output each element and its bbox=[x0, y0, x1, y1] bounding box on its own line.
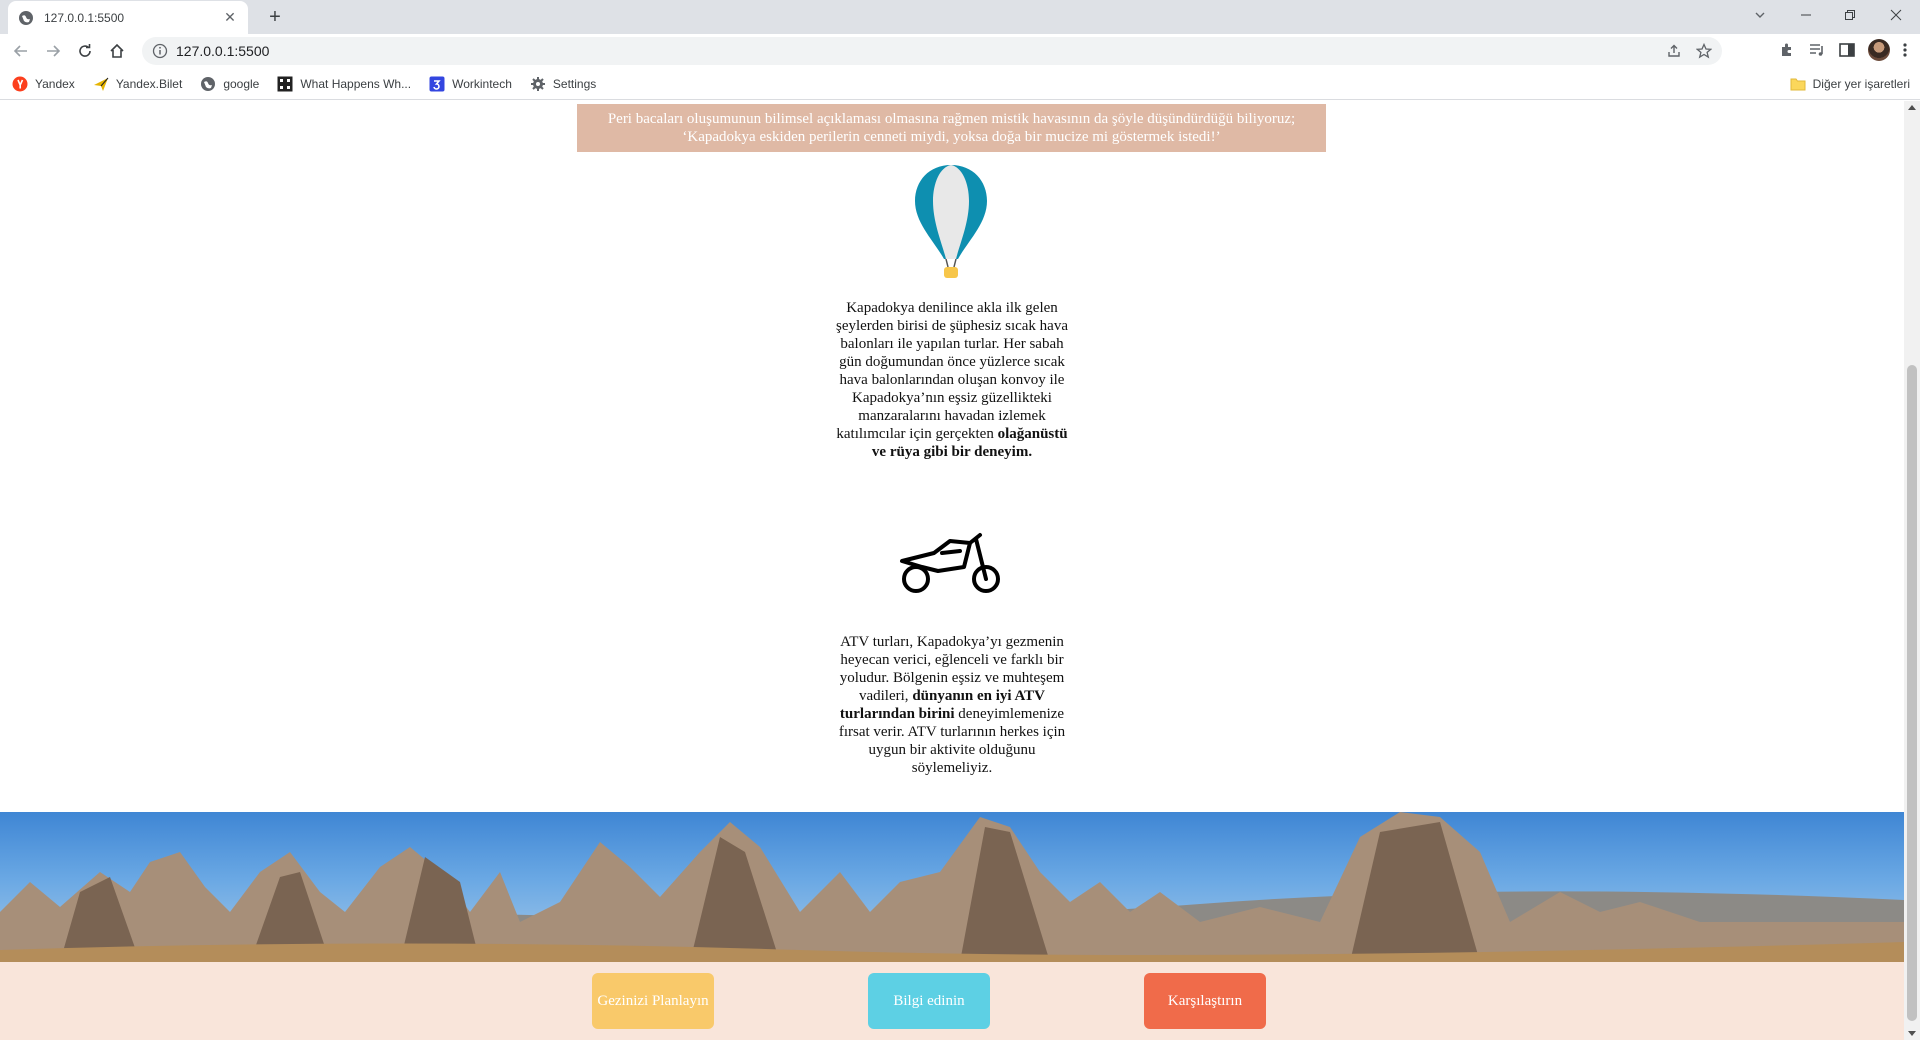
page-viewport: Peri bacaları oluşumunun bilimsel açıkla… bbox=[0, 101, 1904, 1040]
reload-button[interactable] bbox=[70, 36, 100, 66]
gear-icon bbox=[530, 76, 546, 92]
hot-air-balloon-icon bbox=[915, 165, 987, 278]
scrollbar-thumb[interactable] bbox=[1907, 365, 1917, 1021]
landscape-illustration bbox=[0, 812, 1904, 962]
info-icon[interactable] bbox=[152, 43, 168, 59]
quote-line-2: ‘Kapadokya eskiden perilerin cenneti miy… bbox=[682, 129, 1221, 145]
scroll-up-arrow-icon[interactable] bbox=[1908, 105, 1916, 110]
bookmarks-bar: Yandex Yandex.Bilet google What Happens … bbox=[0, 68, 1920, 100]
folder-icon bbox=[1790, 76, 1806, 92]
star-icon[interactable] bbox=[1696, 43, 1712, 59]
browser-tab[interactable]: 127.0.0.1:5500 ✕ bbox=[8, 1, 248, 34]
home-icon bbox=[110, 43, 124, 58]
arrow-left-icon bbox=[13, 45, 27, 57]
chevron-down-icon bbox=[1755, 12, 1765, 18]
tab-close-icon[interactable]: ✕ bbox=[222, 9, 238, 26]
arrow-right-icon bbox=[47, 45, 61, 57]
menu-dots-icon[interactable] bbox=[1902, 41, 1908, 59]
extensions-icon[interactable] bbox=[1778, 41, 1796, 59]
tab-title: 127.0.0.1:5500 bbox=[44, 10, 125, 25]
bookmark-settings[interactable]: Settings bbox=[530, 76, 596, 92]
minimize-button[interactable] bbox=[1784, 0, 1828, 30]
restore-button[interactable] bbox=[1828, 0, 1872, 30]
workintech-icon bbox=[429, 76, 445, 92]
restore-icon bbox=[1845, 10, 1855, 20]
home-button[interactable] bbox=[102, 36, 132, 66]
address-bar[interactable]: 127.0.0.1:5500 bbox=[142, 37, 1722, 65]
atv-description: ATV turları, Kapadokya’yı gezmenin heyec… bbox=[832, 633, 1072, 777]
close-icon bbox=[1890, 9, 1902, 21]
forward-button[interactable] bbox=[38, 36, 68, 66]
bookmark-workintech[interactable]: Workintech bbox=[429, 76, 512, 92]
share-icon[interactable] bbox=[1666, 43, 1682, 59]
grid-icon bbox=[277, 76, 293, 92]
close-window-button[interactable] bbox=[1874, 0, 1918, 30]
globe-icon bbox=[19, 10, 33, 25]
motorcycle-icon bbox=[900, 533, 1000, 593]
balloon-text: Kapadokya denilince akla ilk gelen şeyle… bbox=[835, 300, 1068, 442]
footer-actions: Gezinizi Planlayın Bilgi edinin Karşılaş… bbox=[0, 962, 1904, 1040]
vertical-scrollbar[interactable] bbox=[1904, 101, 1920, 1040]
balloon-description: Kapadokya denilince akla ilk gelen şeyle… bbox=[832, 299, 1072, 461]
media-control-icon[interactable] bbox=[1808, 41, 1826, 59]
quote-line-1: Peri bacaları oluşumunun bilimsel açıkla… bbox=[607, 111, 1296, 127]
globe-icon bbox=[200, 76, 216, 92]
other-bookmarks[interactable]: Diğer yer işaretleri bbox=[1790, 76, 1910, 92]
new-tab-button[interactable]: + bbox=[262, 4, 288, 30]
scroll-down-arrow-icon[interactable] bbox=[1908, 1031, 1916, 1036]
quote-banner: Peri bacaları oluşumunun bilimsel açıkla… bbox=[577, 104, 1326, 152]
bookmark-yandex-bilet[interactable]: Yandex.Bilet bbox=[93, 76, 182, 92]
bookmark-yandex[interactable]: Yandex bbox=[12, 76, 75, 92]
compare-button[interactable]: Karşılaştırın bbox=[1144, 973, 1266, 1029]
profile-avatar[interactable] bbox=[1868, 39, 1890, 61]
minimize-icon bbox=[1801, 14, 1811, 16]
tab-search-button[interactable] bbox=[1738, 0, 1782, 30]
plane-icon bbox=[93, 76, 109, 92]
side-panel-icon[interactable] bbox=[1838, 41, 1856, 59]
bookmark-what-happens[interactable]: What Happens Wh... bbox=[277, 76, 411, 92]
get-info-button[interactable]: Bilgi edinin bbox=[868, 973, 990, 1029]
reload-icon bbox=[79, 44, 91, 57]
back-button[interactable] bbox=[6, 36, 36, 66]
plan-trip-button[interactable]: Gezinizi Planlayın bbox=[592, 973, 714, 1029]
tab-strip: 127.0.0.1:5500 ✕ + bbox=[0, 0, 1920, 34]
browser-toolbar: 127.0.0.1:5500 bbox=[0, 34, 1920, 68]
bookmark-google[interactable]: google bbox=[200, 76, 259, 92]
url-text: 127.0.0.1:5500 bbox=[176, 43, 270, 59]
yandex-icon bbox=[12, 76, 28, 92]
fairy-chimneys-image bbox=[0, 812, 1904, 962]
